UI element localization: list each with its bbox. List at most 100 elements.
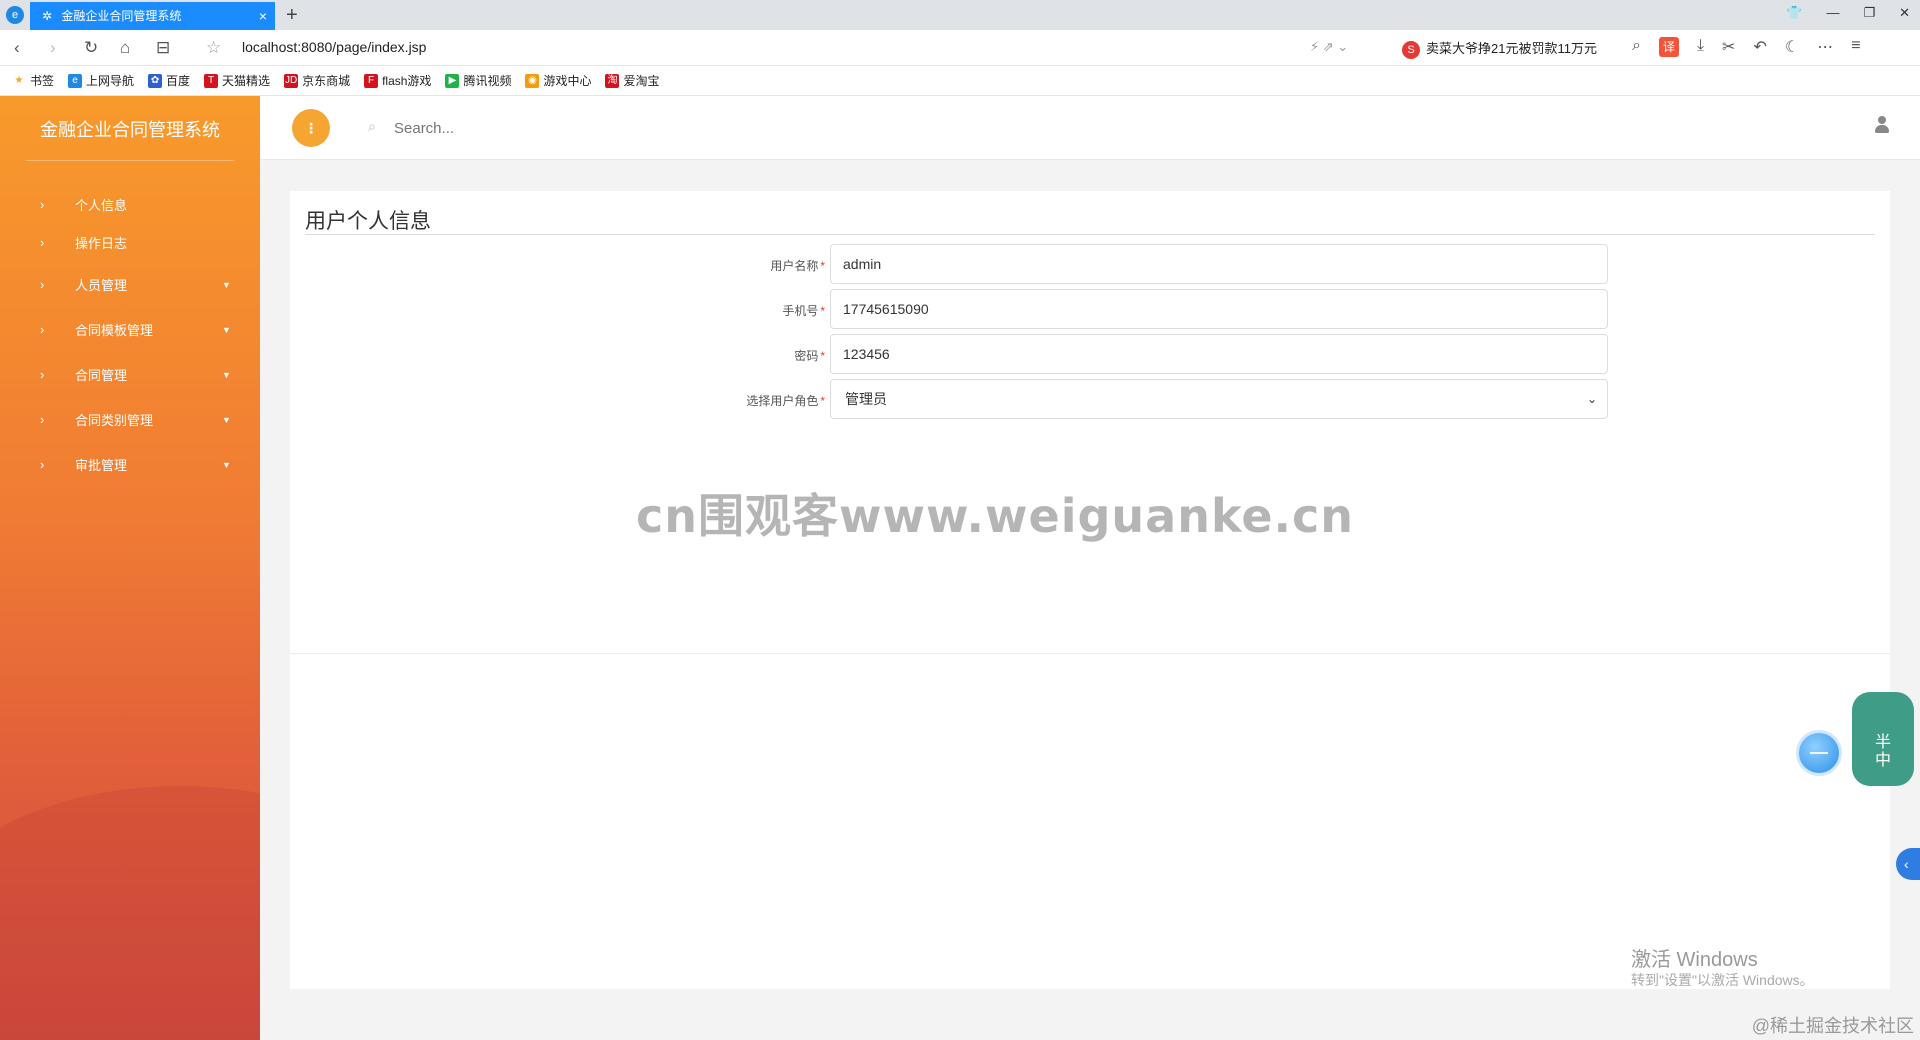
caret-down-icon: ▼ (222, 369, 231, 380)
browser-tab-active[interactable]: ✲ 金融企业合同管理系统 × (30, 2, 275, 30)
phone-input[interactable] (830, 289, 1608, 329)
chevron-left-icon: ‹ (1904, 856, 1909, 872)
sidebar-item[interactable]: › 审批管理 ▼ (0, 442, 260, 487)
sidebar-item[interactable]: › 合同类别管理 ▼ (0, 397, 260, 442)
role-select[interactable]: 管理员 ⌄ (830, 379, 1608, 419)
url-action-icons[interactable]: ⚡ ⇗ ⌄ (1310, 39, 1348, 55)
bookmark-item[interactable]: JD 京东商城 (284, 72, 350, 89)
bookmark-label: 天猫精选 (222, 74, 271, 88)
translate-icon[interactable]: 译 (1658, 37, 1679, 57)
more-icon[interactable]: ⋯ (1817, 37, 1833, 57)
tab-close-icon[interactable]: × (259, 2, 267, 30)
user-icon-body (1875, 125, 1889, 133)
tab-favicon-icon: ✲ (42, 9, 53, 23)
floating-assistant-ball[interactable] (1796, 730, 1842, 776)
ie-icon: e (68, 73, 83, 88)
topbar: ⋮ ⌕ (260, 96, 1920, 160)
tencent-video-icon: ▶ (445, 73, 460, 88)
card-divider (290, 653, 1890, 654)
star-icon: ★ (14, 74, 24, 86)
bookmark-label: flash游戏 (382, 74, 432, 88)
jd-icon: JD (284, 73, 299, 88)
username-input[interactable] (830, 244, 1608, 284)
sidebar-item[interactable]: › 操作日志 (0, 222, 260, 262)
phone-label-text: 手机号 (782, 304, 819, 318)
close-window-icon[interactable]: ✕ (1899, 5, 1910, 21)
download-icon[interactable]: ⤓ (1697, 37, 1704, 57)
user-icon-head (1878, 116, 1886, 124)
required-mark: * (820, 304, 825, 318)
juejin-credit: @稀土掘金技术社区 (1751, 1016, 1914, 1036)
search-icon: ⌕ (368, 118, 376, 134)
bookmark-label: 游戏中心 (543, 74, 592, 88)
side-collapse-tab[interactable]: ‹ (1896, 848, 1920, 880)
sidebar-item[interactable]: › 合同模板管理 ▼ (0, 307, 260, 352)
search-input[interactable] (394, 114, 694, 142)
chevron-right-icon: › (40, 367, 45, 382)
bookmark-label: 书签 (30, 74, 55, 88)
password-label: 密码 * (794, 347, 825, 364)
bookmark-item[interactable]: ★ 书签 (12, 72, 55, 89)
bookmark-item[interactable]: Fflash游戏 (364, 72, 431, 89)
bookmark-item[interactable]: T 天猫精选 (204, 72, 270, 89)
window-controls: 👕 — ❐ ✕ (1786, 5, 1910, 21)
profile-card: 用户个人信息 用户名称* 手机号* 密码* 选择用户角色* 管理员 ⌄ (290, 191, 1890, 989)
minimize-icon[interactable]: — (1826, 5, 1839, 21)
bookmark-item[interactable]: 淘爱淘宝 (605, 72, 659, 89)
reader-icon[interactable]: ⊟ (156, 38, 170, 58)
chevron-down-icon: ⌄ (1586, 392, 1597, 406)
password-input[interactable] (830, 334, 1608, 374)
news-ticker[interactable]: S 卖菜大爷挣21元被罚款11万元 (1402, 38, 1597, 59)
sogou-icon: S (1402, 41, 1420, 59)
url-input[interactable]: localhost:8080/page/index.jsp (242, 39, 426, 55)
restore-icon[interactable]: ❐ (1863, 5, 1875, 21)
chevron-right-icon: › (40, 277, 45, 292)
windows-activation-title: 激活 Windows (1631, 949, 1758, 971)
sidebar-item-label: 人员管理 (75, 278, 128, 293)
menu-icon[interactable]: ≡ (1851, 37, 1860, 57)
user-icon[interactable] (1874, 116, 1890, 136)
sidebar-item[interactable]: › 个人信息 (0, 186, 260, 222)
username-row: 用户名称 * (290, 244, 1890, 284)
tmall-icon: T (204, 73, 219, 88)
scissors-icon[interactable]: ✂ (1722, 37, 1735, 57)
baidu-icon: ✿ (148, 73, 163, 88)
forward-icon[interactable]: › (50, 38, 56, 58)
card-header: 用户个人信息 (305, 205, 1875, 235)
bookmark-item[interactable]: e 上网导航 (68, 72, 134, 89)
sidebar-item[interactable]: › 人员管理 ▼ (0, 262, 260, 307)
sidebar-item-label: 审批管理 (75, 458, 128, 473)
sidebar-item-label: 个人信息 (75, 197, 128, 213)
bookmark-label: 百度 (166, 74, 191, 88)
night-mode-icon[interactable]: ☾ (1785, 37, 1799, 57)
reload-icon[interactable]: ↻ (84, 38, 98, 58)
main-content: 用户个人信息 用户名称* 手机号* 密码* 选择用户角色* 管理员 ⌄ (260, 160, 1920, 1040)
search-toolbar-icon[interactable]: ⌕ (1632, 37, 1641, 57)
back-icon[interactable]: ‹ (14, 38, 20, 58)
bookmark-star-icon[interactable]: ☆ (206, 38, 221, 58)
role-label-text: 选择用户角色 (746, 394, 819, 408)
bookmark-item[interactable]: ✿ 百度 (148, 72, 190, 89)
caret-down-icon: ▼ (222, 279, 231, 290)
undo-icon[interactable]: ↶ (1753, 37, 1766, 57)
menu-toggle-button[interactable]: ⋮ (292, 109, 330, 147)
required-mark: * (820, 394, 825, 408)
brand-title[interactable]: 金融企业合同管理系统 (40, 116, 220, 142)
shirt-icon[interactable]: 👕 (1786, 5, 1802, 21)
caret-down-icon: ▼ (222, 459, 231, 470)
password-row: 密码 * (290, 334, 1890, 374)
role-label: 选择用户角色 * (746, 392, 825, 409)
address-bar: ‹ › ↻ ⌂ ⊟ ☆ localhost:8080/page/index.js… (0, 30, 1920, 66)
home-icon[interactable]: ⌂ (120, 38, 130, 58)
bookmark-label: 腾讯视频 (463, 74, 512, 88)
sidebar-item[interactable]: › 合同管理 ▼ (0, 352, 260, 397)
role-select-value: 管理员 (845, 391, 887, 407)
bookmark-item[interactable]: ▶ 腾讯视频 (445, 72, 511, 89)
sidebar-item-label: 合同类别管理 (75, 413, 154, 428)
required-mark: * (820, 259, 825, 273)
floating-widget[interactable]: 半 中 (1852, 692, 1914, 786)
bookmark-label: 上网导航 (86, 74, 135, 88)
bookmark-item[interactable]: ◉ 游戏中心 (525, 72, 591, 89)
new-tab-button[interactable]: + (286, 2, 298, 28)
role-row: 选择用户角色 * 管理员 ⌄ (290, 379, 1890, 419)
